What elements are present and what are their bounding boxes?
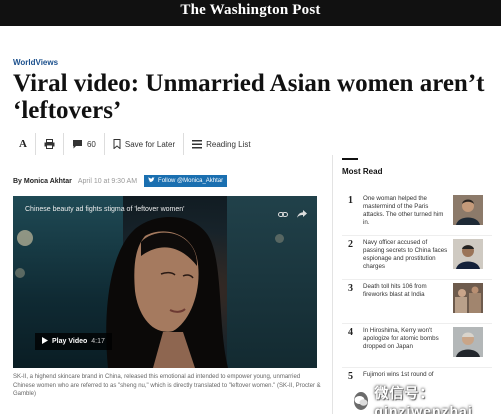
watermark: 微信号：qinziwenzhai [352,383,501,414]
publish-date: April 10 at 9:30 AM [77,177,138,185]
printer-icon [44,139,55,149]
section-label[interactable]: WorldViews [13,58,58,67]
most-read-headline[interactable]: Fujimori wins 1st round of [363,371,448,379]
most-read-list: 1 One woman helped the mastermind of the… [342,192,492,412]
comment-bubble-icon [72,139,83,149]
save-for-later-button[interactable]: Save for Later [105,133,185,155]
most-read-thumbnail[interactable] [453,283,483,313]
list-icon [192,139,203,149]
most-read-rule [342,158,358,160]
play-video-button[interactable]: Play Video 4:17 [35,333,112,350]
reading-list-label: Reading List [206,139,251,149]
watermark-text: 微信号：qinziwenzhai [374,385,473,414]
author-name[interactable]: By Monica Akhtar [13,178,72,185]
comments-button[interactable]: 60 [64,133,105,155]
most-read-item[interactable]: 3 Death toll hits 106 from fireworks bla… [342,280,492,324]
most-read-headline[interactable]: In Hiroshima, Kerry won't apologize for … [363,327,448,351]
most-read-rank: 5 [348,371,353,382]
article-headline: Viral video: Unmarried Asian women aren’… [13,70,485,124]
site-masthead[interactable]: The Washington Post [0,2,501,19]
most-read-rank: 1 [348,195,353,206]
most-read-headline[interactable]: One woman helped the mastermind of the P… [363,195,448,227]
print-button[interactable] [36,133,64,155]
most-read-rank: 3 [348,283,353,294]
video-caption: SK-II, a highend skincare brand in China… [13,374,321,397]
play-triangle-icon [42,337,48,346]
most-read-thumbnail[interactable] [453,327,483,357]
most-read-headline[interactable]: Death toll hits 106 from fireworks blast… [363,283,448,299]
video-duration: 4:17 [91,338,105,345]
follow-author-button[interactable]: Follow @Monica_Akhtar [144,175,228,187]
most-read-rank: 4 [348,327,353,338]
font-size-button[interactable]: A [13,133,36,155]
article-toolbar: A 60 Save for Later Reading List [13,133,259,155]
save-for-later-label: Save for Later [124,139,176,149]
most-read-item[interactable]: 4 In Hiroshima, Kerry won't apologize fo… [342,324,492,368]
most-read-rank: 2 [348,239,353,250]
wechat-logo-icon [352,390,371,412]
most-read-thumbnail[interactable] [453,239,483,269]
play-video-label: Play Video [52,338,88,345]
most-read-thumbnail[interactable] [453,195,483,225]
bookmark-icon [113,139,121,149]
follow-author-label: Follow @Monica_Akhtar [158,178,224,184]
reading-list-button[interactable]: Reading List [184,133,258,155]
twitter-bird-icon [148,177,158,185]
most-read-item[interactable]: 2 Navy officer accused of passing secret… [342,236,492,280]
column-divider [332,155,333,414]
most-read-item[interactable]: 1 One woman helped the mastermind of the… [342,192,492,236]
most-read-heading: Most Read [342,167,383,176]
link-icon[interactable] [278,205,288,223]
video-player[interactable]: Chinese beauty ad fights stigma of 'left… [13,196,317,368]
most-read-headline[interactable]: Navy officer accused of passing secrets … [363,239,448,271]
video-share-icons [278,205,307,223]
video-title: Chinese beauty ad fights stigma of 'left… [25,206,185,213]
font-size-label: A [19,138,27,150]
comments-count: 60 [86,139,96,149]
byline: By Monica Akhtar April 10 at 9:30 AM Fol… [13,175,228,187]
share-arrow-icon[interactable] [297,205,307,223]
